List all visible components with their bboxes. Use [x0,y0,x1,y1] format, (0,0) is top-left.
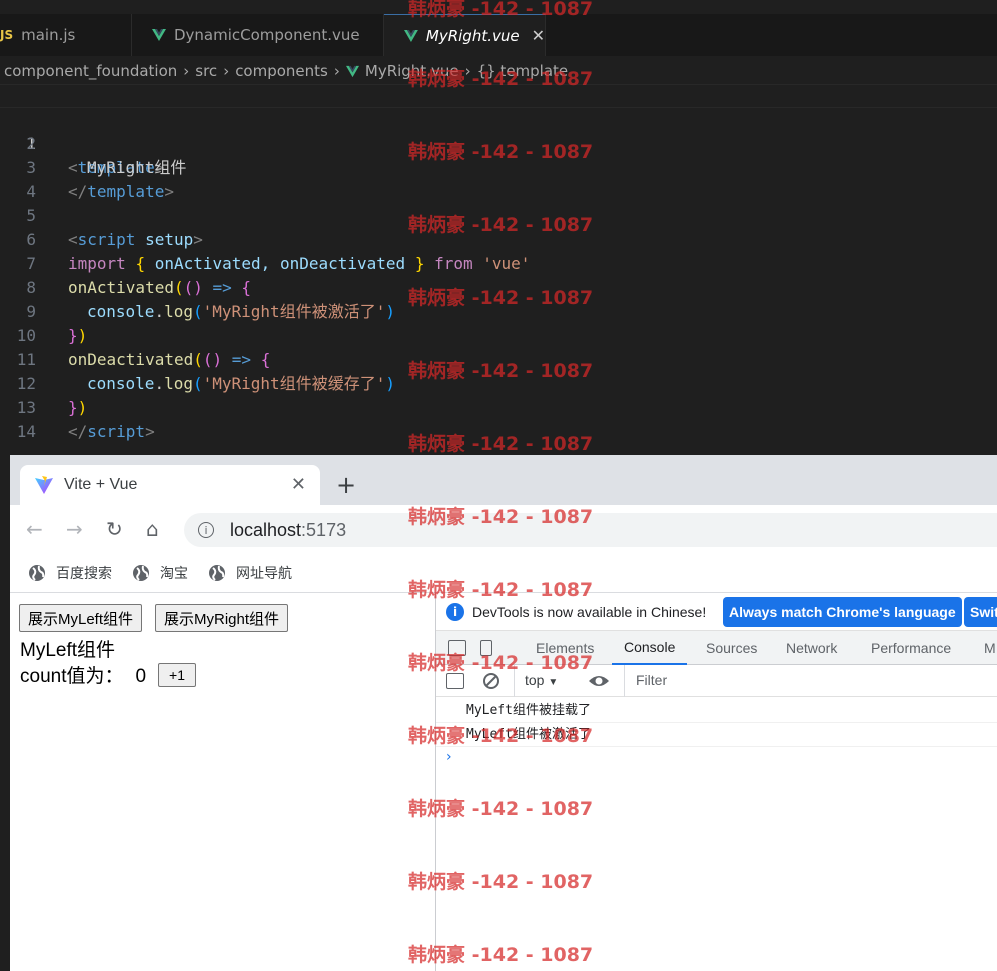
show-myright-button[interactable]: 展示MyRight组件 [155,604,289,632]
clear-console-icon[interactable] [482,672,500,690]
bookmarks-bar: 百度搜索 淘宝 网址导航 [10,553,997,593]
info-icon: i [446,602,464,621]
line-number: 14 [16,422,36,441]
code-line: 8 console.log('MyRight组件被激活了') [0,252,997,321]
banner-text: DevTools is now available in Chinese! [472,603,707,620]
chevron-right-icon: › [223,62,230,80]
console-message: MyLeft组件被激活了 [436,723,997,747]
tab-more[interactable]: M [984,631,996,665]
code-line: 14 [0,396,997,441]
inspect-element-icon[interactable] [448,640,466,656]
tab-dynamic-component[interactable]: DynamicComponent.vue [132,14,384,56]
code-line: 7 onActivated(() => { [0,228,997,297]
bookmark-label: 网址导航 [236,564,292,581]
bookmark-baidu[interactable]: 百度搜索 [28,563,112,583]
eye-icon[interactable] [588,673,610,689]
breadcrumb-item[interactable]: src [195,62,217,80]
count-value: 0 [135,666,147,687]
code-line: 12 }) [0,348,997,417]
code-line: 4 [0,156,997,201]
vscode-window: JS main.js DynamicComponent.vue MyRight.… [0,0,997,455]
code-line: 10 onDeactivated(() => { [0,300,997,369]
tab-myright-vue[interactable]: MyRight.vue ✕ [384,14,546,56]
count-label: count值为： 0 [20,666,147,687]
code-line: 13 </script> [0,372,997,441]
context-selector[interactable]: top ▼ [525,672,558,688]
code-line: 11 console.log('MyRight组件被缓存了') [0,324,997,393]
increment-button[interactable]: +1 [158,663,196,687]
chevron-right-icon: › [183,62,190,80]
globe-icon [29,564,45,581]
code-line: 1 <template> [0,84,997,177]
breadcrumb: component_foundation › src › components › M… [0,58,997,84]
bookmark-taobao[interactable]: 淘宝 [132,563,188,583]
tab-main-js[interactable]: JS main.js [0,14,132,56]
browser-tab-strip: Vite + Vue ✕ + [10,455,997,505]
component-title: MyLeft组件 [20,640,116,661]
js-file-icon: JS [0,28,14,42]
breadcrumb-item[interactable]: component_foundation [4,62,177,80]
tab-sources[interactable]: Sources [706,631,757,665]
info-icon[interactable]: i [198,522,214,538]
console-prompt-icon[interactable]: › [446,749,452,765]
page-content: 展示MyLeft组件 展示MyRight组件 MyLeft组件 count值为：… [10,593,434,971]
address-bar[interactable]: i localhost:5173 [184,513,997,547]
current-line-highlight [0,84,997,108]
bookmark-label: 百度搜索 [56,564,112,581]
tab-elements[interactable]: Elements [536,631,594,665]
vue-file-icon [404,29,418,42]
caret-down-icon: ▼ [548,677,559,688]
bookmark-label: 淘宝 [160,564,188,581]
url-host: localhost [230,519,302,540]
show-myleft-button[interactable]: 展示MyLeft组件 [19,604,143,632]
code-editor[interactable]: 1 <template> 2 MyRight组件 3 </template> 4… [0,84,997,441]
breadcrumb-item[interactable]: MyRight.vue [365,62,459,80]
editor-tab-bar: JS main.js DynamicComponent.vue MyRight.… [0,14,997,56]
console-toolbar: top ▼ Filter [436,665,997,697]
bookmark-nav[interactable]: 网址导航 [208,563,292,583]
globe-icon [133,564,149,581]
reload-icon[interactable]: ↻ [106,517,123,541]
browser-tab[interactable]: Vite + Vue ✕ [20,465,320,505]
browser-tab-title: Vite + Vue [64,476,138,493]
vue-file-icon [345,65,359,77]
switch-language-button[interactable]: Swit [964,597,997,627]
always-match-language-button[interactable]: Always match Chrome's language [723,597,962,627]
devtools-panel: i DevTools is now available in Chinese! … [435,593,997,971]
browser-window: Vite + Vue ✕ + ← → ↻ ⌂ i localhost:5173 … [10,455,997,971]
chevron-right-icon: › [333,62,340,80]
browser-toolbar: ← → ↻ ⌂ i localhost:5173 [10,505,997,553]
code-line: 9 }) [0,276,997,345]
forward-icon[interactable]: → [66,517,83,541]
new-tab-icon[interactable]: + [336,471,356,499]
sidebar-toggle-icon[interactable] [446,673,464,689]
tab-label: main.js [21,26,76,44]
tab-console[interactable]: Console [612,631,688,665]
filter-input[interactable]: Filter [636,672,667,688]
devtools-tabs: Elements Console Sources Network Perform… [436,631,997,665]
close-icon[interactable]: ✕ [291,474,306,495]
breadcrumb-item[interactable]: {} template [477,62,569,80]
vite-logo-icon [35,476,53,494]
home-icon[interactable]: ⌂ [146,517,159,541]
url-port: :5173 [301,519,347,540]
console-message: MyLeft组件被挂载了 [436,699,997,723]
tab-label: DynamicComponent.vue [174,26,360,44]
device-toolbar-icon[interactable] [480,640,492,656]
tab-network[interactable]: Network [786,631,837,665]
vue-file-icon [152,29,166,41]
breadcrumb-item[interactable]: components [235,62,328,80]
code-line: 5 <script setup> [0,180,997,249]
code-line: 6 import { onActivated, onDeactivated } … [0,204,997,273]
chevron-right-icon: › [464,62,471,80]
tab-label: MyRight.vue [425,26,520,45]
code-line: 2 MyRight组件 [0,108,997,177]
globe-icon [209,564,225,581]
close-icon[interactable]: ✕ [532,26,545,45]
back-icon[interactable]: ← [26,517,43,541]
tab-performance[interactable]: Performance [871,631,951,665]
code-line: 3 </template> [0,132,997,201]
